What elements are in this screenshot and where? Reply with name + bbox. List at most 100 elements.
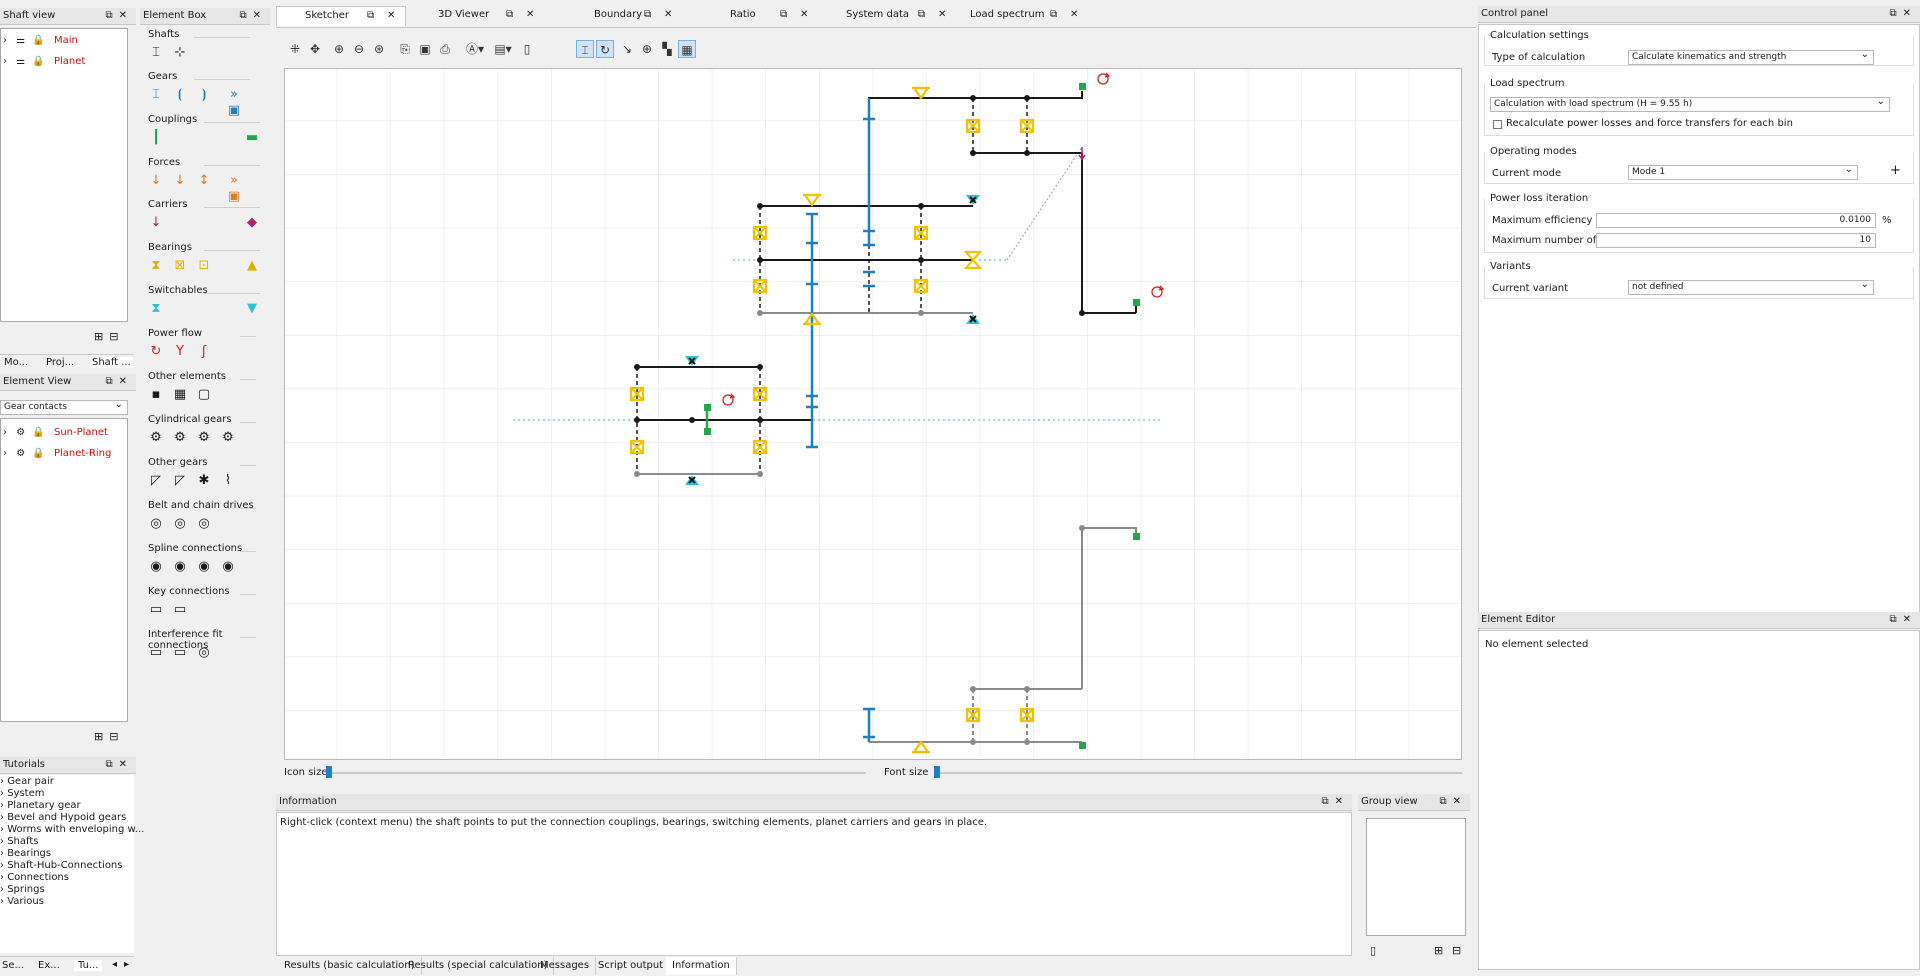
- bearings-tool-icon[interactable]: ▲: [244, 258, 260, 274]
- bearings-tool-icon[interactable]: ⊡: [196, 258, 212, 274]
- tutorial-item[interactable]: › Springs: [0, 884, 45, 895]
- close-icon[interactable]: ✕: [664, 6, 672, 24]
- forces-tool-icon[interactable]: ↓: [172, 173, 188, 189]
- float-icon[interactable]: ⧉: [367, 7, 374, 25]
- float-icon[interactable]: ⧉: [644, 6, 651, 24]
- shafts-tool-icon[interactable]: ⊹: [172, 45, 188, 61]
- other-elements-tool-icon[interactable]: ▦: [172, 387, 188, 403]
- expand-icon[interactable]: ›: [3, 56, 7, 67]
- lock-icon[interactable]: 🔒: [32, 56, 44, 67]
- close-icon[interactable]: ✕: [119, 10, 133, 21]
- add-icon[interactable]: ⊞: [94, 730, 109, 743]
- tutorial-item[interactable]: › Bevel and Hypoid gears: [0, 812, 126, 823]
- gears-tool-icon[interactable]: ⦘: [196, 87, 212, 103]
- tutorial-item[interactable]: › System: [0, 788, 44, 799]
- interference-fit-tool-icon[interactable]: ◎: [196, 645, 212, 661]
- float-icon[interactable]: ⧉: [1439, 796, 1452, 807]
- key-tool-icon[interactable]: ▭: [172, 602, 188, 618]
- float-icon[interactable]: ⧉: [506, 6, 513, 24]
- line-style-icon[interactable]: ▤▾: [490, 40, 516, 58]
- close-icon[interactable]: ✕: [800, 6, 808, 24]
- interference-fit-tool-icon[interactable]: ▭: [172, 645, 188, 661]
- belt-chain-tool-icon[interactable]: ◎: [148, 516, 164, 532]
- tab-boundary[interactable]: Boundary ⧉ ✕: [546, 6, 678, 26]
- key-tool-icon[interactable]: ▭: [148, 602, 164, 618]
- icon-size-slider[interactable]: [326, 772, 866, 774]
- text-icon[interactable]: Ⓐ▾: [462, 40, 488, 58]
- spline-tool-icon[interactable]: ◉: [220, 559, 236, 575]
- belt-chain-tool-icon[interactable]: ◎: [172, 516, 188, 532]
- close-icon[interactable]: ✕: [119, 759, 133, 770]
- tab-messages[interactable]: Messages: [534, 957, 597, 975]
- tab-system-data[interactable]: System data ⧉ ✕: [818, 6, 950, 26]
- shafts-tool-icon[interactable]: ⌶: [148, 45, 164, 61]
- tutorial-item[interactable]: › Connections: [0, 872, 69, 883]
- tutorial-item[interactable]: › Planetary gear: [0, 800, 81, 811]
- pan-icon[interactable]: ✥: [306, 40, 324, 58]
- expand-icon[interactable]: ›: [3, 427, 7, 438]
- lock-icon[interactable]: 🔒: [32, 35, 44, 46]
- close-icon[interactable]: ✕: [938, 6, 946, 24]
- tutorial-item[interactable]: › Shaft-Hub-Connections: [0, 860, 122, 871]
- other-gears-tool-icon[interactable]: ✱: [196, 473, 212, 489]
- forces-tool-icon[interactable]: ↕: [196, 173, 212, 189]
- zoom-fit-icon[interactable]: ⊛: [370, 40, 388, 58]
- carriers-tool-icon[interactable]: ◆: [244, 215, 260, 231]
- close-icon[interactable]: ✕: [1453, 796, 1467, 807]
- spline-tool-icon[interactable]: ◉: [148, 559, 164, 575]
- lock-icon[interactable]: 🔒: [32, 448, 44, 459]
- tree-item-planet[interactable]: › ⚌ 🔒 Planet: [3, 53, 85, 71]
- expand-icon[interactable]: ›: [3, 448, 7, 459]
- tutorial-item[interactable]: › Worms with enveloping w...: [0, 824, 144, 835]
- float-icon[interactable]: ⧉: [105, 10, 118, 21]
- element-view-filter[interactable]: Gear contacts: [0, 398, 128, 415]
- spline-tool-icon[interactable]: ◉: [196, 559, 212, 575]
- cylindrical-gears-tool-icon[interactable]: ⚙: [148, 430, 164, 446]
- bearings-tool-icon[interactable]: ⧗: [148, 258, 164, 274]
- sketch-canvas[interactable]: [284, 68, 1462, 760]
- other-elements-tool-icon[interactable]: ▢: [196, 387, 212, 403]
- remove-icon[interactable]: ⊟: [109, 330, 124, 343]
- float-icon[interactable]: ⧉: [918, 6, 925, 24]
- grid-icon[interactable]: ▦: [678, 40, 696, 58]
- tab-script-output[interactable]: Script output: [592, 957, 671, 975]
- tab-information[interactable]: Information: [666, 957, 737, 975]
- lock-icon[interactable]: 🔒: [32, 427, 44, 438]
- close-icon[interactable]: ✕: [1903, 8, 1917, 19]
- close-icon[interactable]: ✕: [1070, 6, 1078, 24]
- couplings-tool-icon[interactable]: ▬: [244, 130, 260, 146]
- close-icon[interactable]: ✕: [526, 6, 534, 24]
- close-icon[interactable]: ✕: [253, 10, 267, 21]
- cylindrical-gears-tool-icon[interactable]: ⚙: [220, 430, 236, 446]
- shaft-tool-icon[interactable]: ⌶: [576, 40, 594, 58]
- copy-icon[interactable]: ⎘: [396, 40, 414, 58]
- forces-tool-icon[interactable]: » ▣: [226, 173, 242, 204]
- icon-size-handle[interactable]: [326, 766, 332, 778]
- float-icon[interactable]: ⧉: [239, 10, 252, 21]
- switchables-tool-icon[interactable]: ▼: [244, 301, 260, 317]
- forces-tool-icon[interactable]: ↓: [148, 173, 164, 189]
- remove-icon[interactable]: ⊟: [1452, 944, 1461, 957]
- spline-tool-icon[interactable]: ◉: [172, 559, 188, 575]
- add-icon[interactable]: ⊞: [1434, 944, 1443, 957]
- zoom-in-icon[interactable]: ⊕: [330, 40, 348, 58]
- tree-item-main[interactable]: › ⚌ 🔒 Main: [3, 32, 78, 50]
- bearings-tool-icon[interactable]: ⊠: [172, 258, 188, 274]
- tutorial-item[interactable]: › Gear pair: [0, 776, 54, 787]
- close-icon[interactable]: ✕: [387, 7, 395, 25]
- tab-results-basic[interactable]: Results (basic calculation): [278, 957, 422, 975]
- other-gears-tool-icon[interactable]: ◸: [148, 473, 164, 489]
- cylindrical-gears-tool-icon[interactable]: ⚙: [196, 430, 212, 446]
- power-flow-tool-icon[interactable]: Y: [172, 344, 188, 360]
- tab-examples[interactable]: Ex...: [38, 960, 60, 971]
- tutorial-item[interactable]: › Various: [0, 896, 44, 907]
- power-flow-tool-icon[interactable]: ʃ: [196, 344, 212, 360]
- layout-icon[interactable]: ▚: [658, 40, 676, 58]
- float-icon[interactable]: ⧉: [105, 376, 118, 387]
- tab-model[interactable]: Mo...: [4, 357, 28, 368]
- close-icon[interactable]: ✕: [119, 376, 133, 387]
- cylindrical-gears-tool-icon[interactable]: ⚙: [172, 430, 188, 446]
- add-icon[interactable]: ⊞: [94, 330, 109, 343]
- tab-shaft[interactable]: Shaft ...: [90, 357, 133, 368]
- carriers-tool-icon[interactable]: ↓: [148, 215, 164, 231]
